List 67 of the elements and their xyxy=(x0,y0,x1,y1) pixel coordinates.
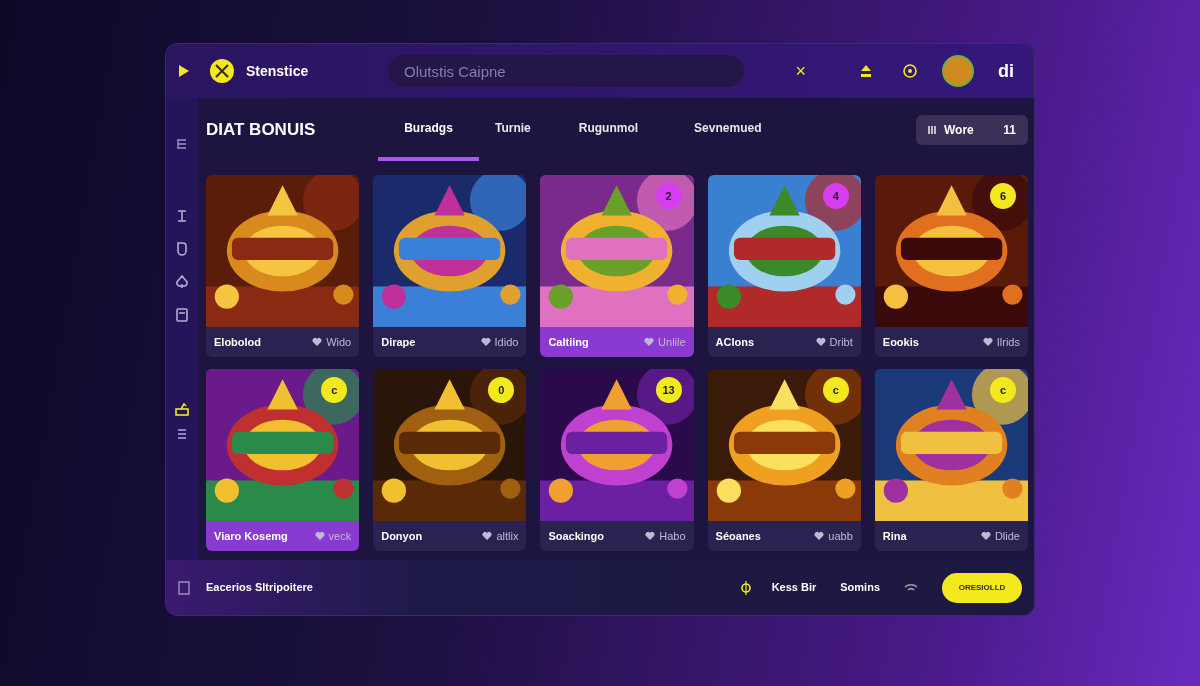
game-title: Rina xyxy=(882,528,907,544)
game-meta: Dribt xyxy=(829,334,853,350)
search-field[interactable]: Olutstis Caipne xyxy=(388,55,744,87)
close-button[interactable]: × xyxy=(795,57,806,85)
game-card[interactable]: c Viaro Kosemg veck xyxy=(206,369,360,551)
upload-icon[interactable] xyxy=(858,63,874,79)
game-meta: Dlide xyxy=(994,528,1020,544)
game-meta: veck xyxy=(328,528,352,544)
game-meta: altlix xyxy=(496,528,519,544)
game-title: AClons xyxy=(715,334,755,350)
avatar[interactable] xyxy=(942,55,974,87)
game-meta: uabb xyxy=(828,528,853,544)
tab[interactable]: Buradgs xyxy=(378,98,479,161)
heart-icon xyxy=(982,337,993,347)
document-icon xyxy=(178,580,190,595)
footer-link[interactable]: Kess Bir xyxy=(771,579,817,596)
heart-icon xyxy=(644,337,655,347)
play-icon[interactable] xyxy=(178,64,190,78)
game-title: Soackingo xyxy=(548,528,604,544)
brand-name: Stenstice xyxy=(246,62,310,81)
spade-icon[interactable] xyxy=(174,274,190,290)
game-card[interactable]: Elobolod Wido xyxy=(206,175,360,357)
game-meta: Idido xyxy=(494,334,519,350)
section-title: DIAT BONUIS xyxy=(206,118,317,141)
game-title: Dirape xyxy=(381,334,416,350)
target-icon[interactable] xyxy=(902,63,918,79)
game-meta: Ilrids xyxy=(996,334,1020,350)
tab[interactable]: Turnie xyxy=(479,98,547,161)
game-title: Donyon xyxy=(381,528,423,544)
game-card[interactable]: 2 Caltiing Unlile xyxy=(540,175,694,357)
game-meta: Habo xyxy=(659,528,686,544)
logo-icon xyxy=(210,59,234,83)
game-title: Viaro Kosemg xyxy=(214,528,288,544)
game-title: Séoanes xyxy=(715,528,761,544)
heart-icon xyxy=(814,531,825,541)
game-card[interactable]: Dirape Idido xyxy=(373,175,527,357)
list-icon[interactable] xyxy=(176,138,188,150)
wifi-icon xyxy=(904,582,918,593)
filter-button[interactable]: Wore 11 xyxy=(916,114,1028,145)
game-card[interactable]: 4 AClons Dribt xyxy=(707,175,861,357)
game-title: Eookis xyxy=(882,334,919,350)
heart-icon xyxy=(312,337,323,347)
tab[interactable]: Sevnemued xyxy=(678,98,778,161)
game-card[interactable]: 13 Soackingo Habo xyxy=(540,369,694,551)
game-meta: Unlile xyxy=(658,334,686,350)
game-meta: Wido xyxy=(326,334,352,350)
shield-icon[interactable] xyxy=(174,241,190,257)
grid-icon xyxy=(928,124,936,135)
primary-button[interactable]: ORESIOLLD xyxy=(942,572,1022,603)
user-initials[interactable]: di xyxy=(998,57,1014,85)
game-card[interactable]: c Séoanes uabb xyxy=(707,369,861,551)
game-card[interactable]: 0 Donyon altlix xyxy=(373,369,527,551)
game-title: Caltiing xyxy=(548,334,589,350)
card-icon[interactable] xyxy=(174,307,190,323)
game-card[interactable]: 6 Eookis Ilrids xyxy=(874,175,1028,357)
heart-icon xyxy=(815,337,826,347)
heart-icon xyxy=(314,531,325,541)
heart-icon xyxy=(480,337,491,347)
footer-link[interactable]: Somins xyxy=(840,579,880,596)
heart-icon xyxy=(645,531,656,541)
game-card[interactable]: c Rina Dlide xyxy=(874,369,1028,551)
game-title: Elobolod xyxy=(214,334,262,350)
tab[interactable]: Rugunmol xyxy=(562,98,655,161)
footer-text: Eacerios Sltripoitere xyxy=(206,580,313,596)
heart-icon xyxy=(980,531,991,541)
heart-icon xyxy=(482,531,493,541)
cash-icon[interactable] xyxy=(174,402,190,418)
